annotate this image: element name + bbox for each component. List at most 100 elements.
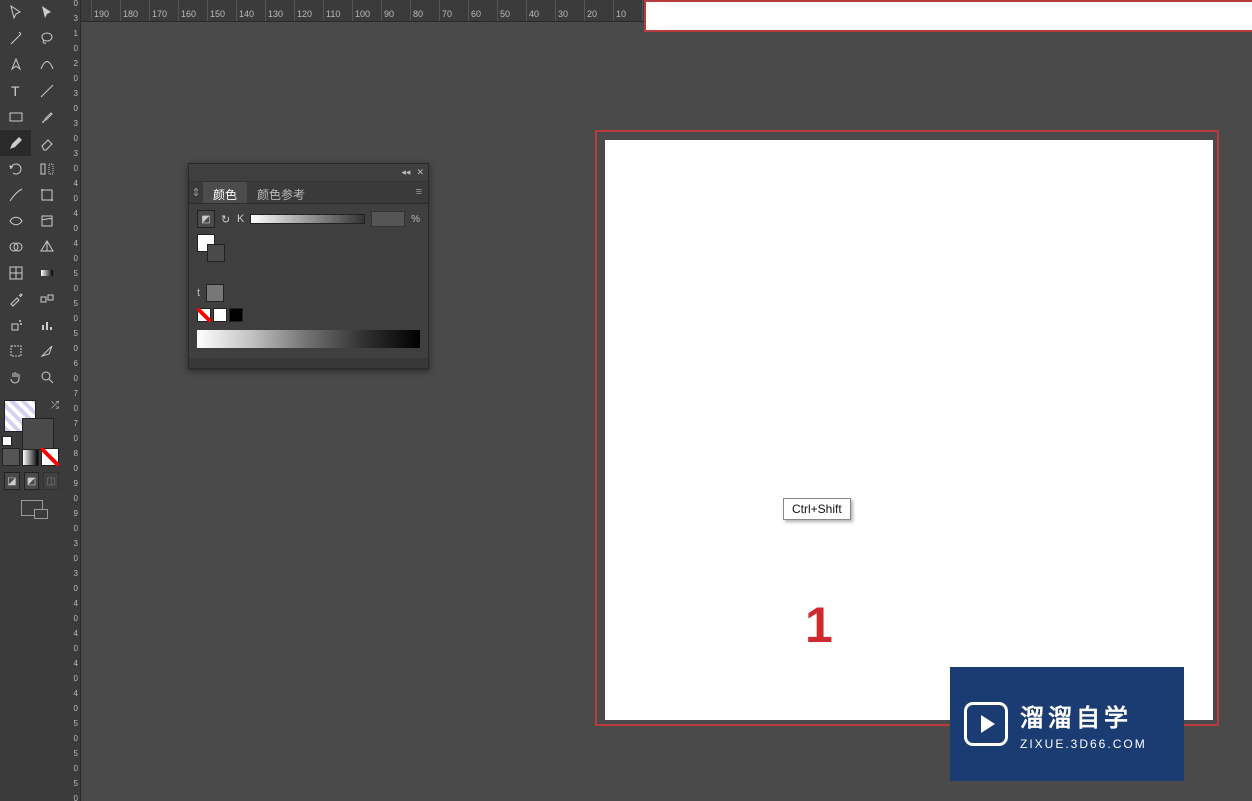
- pencil-tool[interactable]: [0, 130, 31, 156]
- ruler-tick: 0: [63, 375, 80, 390]
- ruler-tick: 3: [63, 90, 80, 105]
- k-value-input[interactable]: [371, 211, 405, 227]
- tint-icon[interactable]: t: [197, 287, 200, 299]
- symbol-sprayer-tool[interactable]: [0, 312, 31, 338]
- color-panel[interactable]: ◂◂ ✕ ⇕ 颜色 颜色参考 ≡ ◩ ↻ K % t: [188, 163, 429, 369]
- ruler-tick: 30: [556, 0, 585, 22]
- panel-menu-icon[interactable]: ≡: [410, 182, 428, 203]
- ruler-tick: 7: [63, 420, 80, 435]
- blend-tool[interactable]: [32, 286, 63, 312]
- panel-collapse-icon[interactable]: ◂◂: [401, 167, 410, 178]
- mesh-tool[interactable]: [0, 260, 31, 286]
- swatch-none[interactable]: [197, 308, 211, 322]
- shape-builder-tool[interactable]: [0, 234, 31, 260]
- draw-normal[interactable]: ◪: [4, 472, 20, 490]
- ruler-tick: 110: [324, 0, 353, 22]
- toolbox: T ⤮ ◪ ◩ ◫: [0, 0, 63, 801]
- hand-tool[interactable]: [0, 364, 31, 390]
- pen-tool[interactable]: [0, 52, 31, 78]
- ruler-tick: 4: [63, 180, 80, 195]
- tint-swatch[interactable]: [206, 284, 224, 302]
- fill-stroke-swatches[interactable]: ⤮: [0, 396, 63, 446]
- percent-label: %: [411, 214, 420, 225]
- ruler-tick: 4: [63, 690, 80, 705]
- panel-close-icon[interactable]: ✕: [416, 167, 424, 178]
- direct-selection-tool[interactable]: [32, 0, 63, 26]
- watermark-url: ZIXUE.3D66.COM: [1020, 737, 1147, 751]
- ruler-tick: 190: [92, 0, 121, 22]
- panel-fill-stroke[interactable]: [197, 234, 227, 264]
- artboard-1[interactable]: Ctrl+Shift 1: [605, 140, 1213, 720]
- ruler-tick: 0: [63, 435, 80, 450]
- ruler-tick: 5: [63, 330, 80, 345]
- ruler-tick: 130: [266, 0, 295, 22]
- ruler-vertical[interactable]: 0310203030304040405050506070708090903030…: [63, 0, 81, 801]
- tab-color-guide[interactable]: 颜色参考: [247, 182, 315, 203]
- ruler-tick: 0: [63, 405, 80, 420]
- artboard-tool[interactable]: [0, 338, 31, 364]
- ruler-tick: 0: [63, 585, 80, 600]
- ruler-tick: 5: [63, 300, 80, 315]
- eyedropper-tool[interactable]: [0, 286, 31, 312]
- key-hint-tooltip: Ctrl+Shift: [783, 498, 851, 520]
- screen-mode-icon[interactable]: [21, 500, 43, 516]
- screen-mode-row: [0, 494, 63, 522]
- panel-grip-icon[interactable]: ⇕: [189, 182, 203, 203]
- flyout-icon[interactable]: ◩: [197, 210, 215, 228]
- panel-resize-grip[interactable]: [189, 358, 428, 368]
- k-slider[interactable]: [250, 214, 365, 224]
- selection-tool[interactable]: [0, 0, 31, 26]
- artboard-selection-outline: Ctrl+Shift 1: [595, 130, 1219, 726]
- ruler-tick: 4: [63, 630, 80, 645]
- ruler-tick: 0: [63, 465, 80, 480]
- ruler-tick: 0: [63, 495, 80, 510]
- fill-mode-none[interactable]: [41, 448, 59, 466]
- warp-tool[interactable]: [32, 208, 63, 234]
- line-tool[interactable]: [32, 78, 63, 104]
- rectangle-tool[interactable]: [0, 104, 31, 130]
- free-transform-tool[interactable]: [32, 182, 63, 208]
- play-icon: [964, 702, 1008, 746]
- ruler-tick: 1: [63, 30, 80, 45]
- gradient-tool[interactable]: [32, 260, 63, 286]
- reflect-tool[interactable]: [32, 156, 63, 182]
- tab-color[interactable]: 颜色: [203, 182, 247, 203]
- draw-inside[interactable]: ◫: [43, 472, 59, 490]
- ruler-tick: 7: [63, 390, 80, 405]
- ruler-tick: 40: [527, 0, 556, 22]
- draw-behind[interactable]: ◩: [24, 472, 40, 490]
- quick-swatches: [197, 308, 420, 322]
- default-colors[interactable]: [2, 436, 12, 446]
- eraser-tool[interactable]: [32, 130, 63, 156]
- column-graph-tool[interactable]: [32, 312, 63, 338]
- lasso-tool[interactable]: [32, 26, 63, 52]
- fill-mode-gradient[interactable]: [22, 448, 40, 466]
- fill-mode-color[interactable]: [2, 448, 20, 466]
- zoom-tool[interactable]: [32, 364, 63, 390]
- slice-tool[interactable]: [32, 338, 63, 364]
- swap-fill-stroke-icon[interactable]: ⤮: [51, 400, 59, 411]
- ruler-tick: 0: [63, 195, 80, 210]
- grayscale-spectrum[interactable]: [197, 330, 420, 348]
- ruler-tick: 5: [63, 720, 80, 735]
- stroke-swatch[interactable]: [22, 418, 54, 450]
- magic-wand-tool[interactable]: [0, 26, 31, 52]
- curvature-tool[interactable]: [32, 52, 63, 78]
- rotate-tool[interactable]: [0, 156, 31, 182]
- ruler-tick: 0: [63, 795, 80, 801]
- ruler-tick: 3: [63, 540, 80, 555]
- width-tool[interactable]: [0, 208, 31, 234]
- paintbrush-tool[interactable]: [32, 104, 63, 130]
- ruler-tick: 0: [63, 645, 80, 660]
- swatch-white[interactable]: [213, 308, 227, 322]
- perspective-tool[interactable]: [32, 234, 63, 260]
- ruler-tick: 9: [63, 510, 80, 525]
- ruler-tick: 3: [63, 120, 80, 135]
- cycle-icon[interactable]: ↻: [221, 213, 231, 226]
- type-tool[interactable]: T: [0, 78, 31, 104]
- swatch-black[interactable]: [229, 308, 243, 322]
- scale-tool[interactable]: [0, 182, 31, 208]
- ruler-tick: 90: [382, 0, 411, 22]
- ruler-tick: 6: [63, 360, 80, 375]
- watermark-title: 溜溜自学: [1020, 698, 1147, 733]
